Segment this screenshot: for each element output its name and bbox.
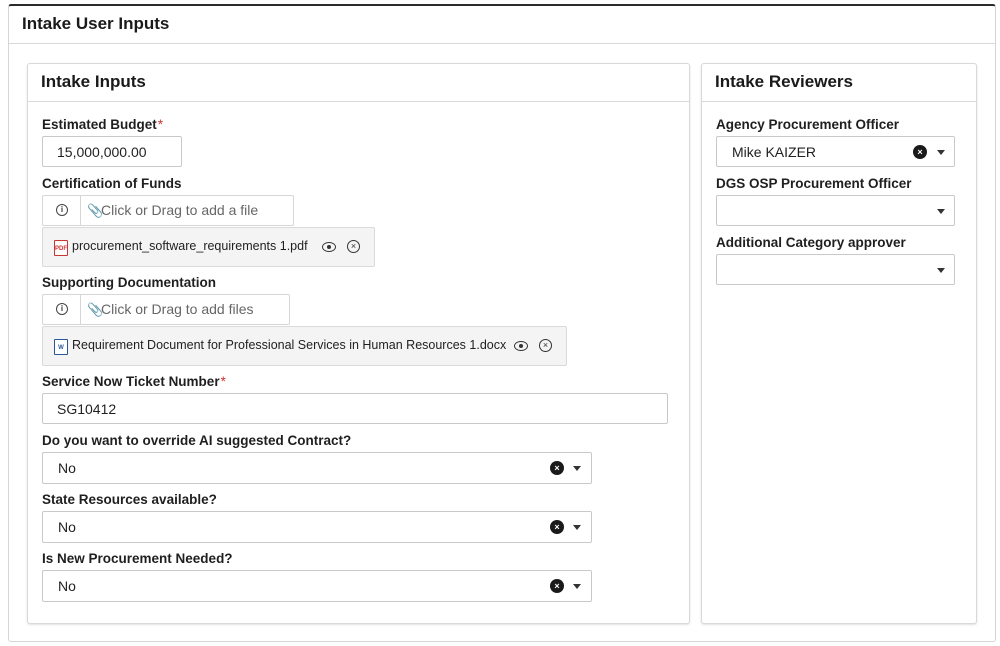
agency-officer-select[interactable]: Mike KAIZER × — [716, 136, 955, 167]
clear-icon[interactable]: × — [550, 579, 564, 593]
required-mark: * — [157, 117, 164, 132]
certification-file-chip: PDF procurement_software_requirements 1.… — [42, 227, 375, 267]
override-ai-label: Do you want to override AI suggested Con… — [42, 433, 352, 448]
supporting-file-chip: W Requirement Document for Professional … — [42, 326, 567, 366]
caret-down-icon[interactable] — [573, 584, 581, 589]
certification-upload-dropzone[interactable]: i 📎 Click or Drag to add a file — [42, 195, 294, 226]
required-mark: * — [220, 374, 226, 389]
state-resources-select[interactable]: No × — [42, 511, 592, 543]
supporting-file-name: Requirement Document for Professional Se… — [72, 338, 507, 352]
clear-icon[interactable]: × — [550, 461, 564, 475]
info-icon: i — [56, 303, 68, 315]
certification-info-button[interactable]: i — [43, 196, 81, 225]
info-icon: i — [56, 204, 68, 216]
dgs-officer-select[interactable] — [716, 195, 955, 226]
override-ai-value: No — [58, 460, 76, 476]
word-file-icon: W — [54, 339, 68, 355]
caret-down-icon[interactable] — [937, 209, 945, 214]
override-ai-select[interactable]: No × — [42, 452, 592, 484]
caret-down-icon[interactable] — [573, 466, 581, 471]
supporting-documentation-label: Supporting Documentation — [42, 275, 216, 290]
certification-upload-text: Click or Drag to add a file — [101, 202, 259, 218]
intake-reviewers-title: Intake Reviewers — [702, 64, 976, 102]
state-resources-value: No — [58, 519, 76, 535]
new-procurement-value: No — [58, 578, 76, 594]
page-title: Intake User Inputs — [9, 6, 995, 44]
eye-icon[interactable] — [322, 242, 336, 252]
certification-file-name: procurement_software_requirements 1.pdf — [72, 239, 308, 253]
agency-officer-value: Mike KAIZER — [732, 144, 817, 160]
intake-inputs-title: Intake Inputs — [28, 64, 689, 102]
supporting-info-button[interactable]: i — [43, 295, 81, 324]
remove-file-icon[interactable]: × — [347, 240, 360, 253]
category-approver-label: Additional Category approver — [716, 235, 906, 250]
supporting-upload-dropzone[interactable]: i 📎 Click or Drag to add files — [42, 294, 290, 325]
dgs-officer-label: DGS OSP Procurement Officer — [716, 176, 912, 191]
remove-file-icon[interactable]: × — [539, 339, 552, 352]
caret-down-icon[interactable] — [573, 525, 581, 530]
estimated-budget-label: Estimated Budget* — [42, 117, 164, 132]
state-resources-label: State Resources available? — [42, 492, 217, 507]
caret-down-icon[interactable] — [937, 150, 945, 155]
new-procurement-select[interactable]: No × — [42, 570, 592, 602]
caret-down-icon[interactable] — [937, 268, 945, 273]
supporting-upload-text: Click or Drag to add files — [101, 301, 254, 317]
new-procurement-label: Is New Procurement Needed? — [42, 551, 233, 566]
estimated-budget-input[interactable]: 15,000,000.00 — [42, 136, 182, 167]
category-approver-select[interactable] — [716, 254, 955, 285]
agency-officer-label: Agency Procurement Officer — [716, 117, 900, 132]
ticket-number-input[interactable]: SG10412 — [42, 393, 668, 424]
ticket-number-label: Service Now Ticket Number* — [42, 374, 226, 389]
pdf-file-icon: PDF — [54, 240, 68, 256]
clear-icon[interactable]: × — [913, 145, 927, 159]
certification-of-funds-label: Certification of Funds — [42, 176, 182, 191]
eye-icon[interactable] — [514, 341, 528, 351]
clear-icon[interactable]: × — [550, 520, 564, 534]
